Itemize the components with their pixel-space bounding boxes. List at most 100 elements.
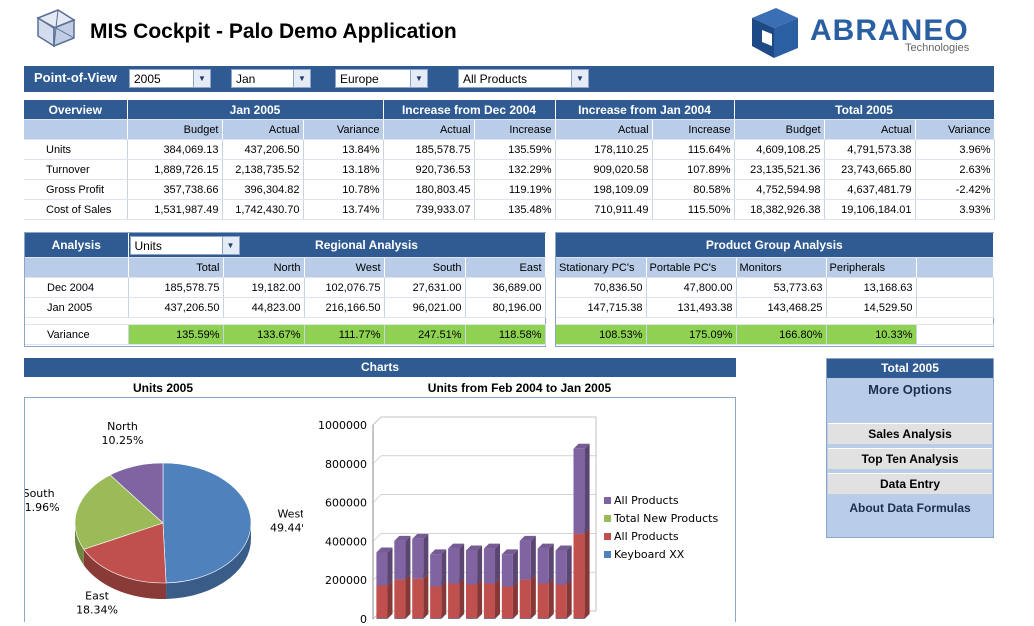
- column-header: Variance: [303, 119, 384, 140]
- sales-analysis-button[interactable]: Sales Analysis: [828, 423, 992, 444]
- table-cell[interactable]: 10.33%: [826, 324, 917, 345]
- point-of-view-bar: Point-of-View 2005 ▼ Jan ▼ Europe ▼ All …: [24, 66, 994, 92]
- table-cell[interactable]: 180,803.45: [383, 179, 475, 200]
- chevron-down-icon[interactable]: ▼: [410, 70, 427, 87]
- table-cell[interactable]: 909,020.58: [555, 159, 653, 180]
- table-cell[interactable]: 27,631.00: [384, 277, 466, 298]
- bar-segment: [555, 550, 567, 585]
- table-cell[interactable]: 80,196.00: [465, 297, 546, 318]
- table-cell[interactable]: 710,911.49: [555, 199, 653, 220]
- table-cell[interactable]: 4,791,573.38: [824, 139, 916, 160]
- table-cell[interactable]: 23,135,521.36: [734, 159, 825, 180]
- table-cell[interactable]: -2.42%: [915, 179, 995, 200]
- table-cell[interactable]: 23,743,665.80: [824, 159, 916, 180]
- table-cell[interactable]: 131,493.38: [646, 297, 737, 318]
- column-header-blank: [25, 257, 129, 278]
- pie-label-value: 21.96%: [25, 501, 60, 514]
- table-cell[interactable]: 133.67%: [223, 324, 305, 345]
- table-cell[interactable]: 739,933.07: [383, 199, 475, 220]
- table-cell[interactable]: 13.18%: [303, 159, 384, 180]
- bar-segment: [537, 618, 549, 619]
- chevron-down-icon[interactable]: ▼: [571, 70, 588, 87]
- table-cell[interactable]: 135.59%: [128, 324, 224, 345]
- about-data-formulas-link[interactable]: About Data Formulas: [827, 501, 993, 515]
- table-cell[interactable]: 396,304.82: [222, 179, 304, 200]
- bar-segment: [501, 554, 513, 587]
- row-label: Units: [24, 139, 128, 160]
- legend-swatch: [604, 551, 611, 558]
- table-cell[interactable]: 178,110.25: [555, 139, 653, 160]
- region-select[interactable]: Europe ▼: [335, 69, 428, 88]
- table-cell[interactable]: 13.84%: [303, 139, 384, 160]
- table-cell[interactable]: 4,609,108.25: [734, 139, 825, 160]
- table-cell[interactable]: 166.80%: [736, 324, 827, 345]
- table-cell[interactable]: 1,742,430.70: [222, 199, 304, 220]
- table-cell[interactable]: 437,206.50: [128, 297, 224, 318]
- year-select[interactable]: 2005 ▼: [129, 69, 211, 88]
- table-cell[interactable]: 111.77%: [304, 324, 385, 345]
- table-cell[interactable]: 80.58%: [652, 179, 735, 200]
- chevron-down-icon[interactable]: ▼: [293, 70, 310, 87]
- table-cell[interactable]: 10.78%: [303, 179, 384, 200]
- table-cell[interactable]: 147,715.38: [556, 297, 647, 318]
- row-label: Turnover: [24, 159, 128, 180]
- table-cell[interactable]: 2.63%: [915, 159, 995, 180]
- table-cell[interactable]: 384,069.13: [127, 139, 223, 160]
- table-cell[interactable]: 185,578.75: [383, 139, 475, 160]
- bar-segment: [376, 618, 388, 619]
- table-cell[interactable]: 3.96%: [915, 139, 995, 160]
- table-cell[interactable]: 143,468.25: [736, 297, 827, 318]
- table-cell[interactable]: 18,382,926.38: [734, 199, 825, 220]
- month-select[interactable]: Jan ▼: [231, 69, 311, 88]
- chevron-down-icon[interactable]: ▼: [221, 237, 239, 254]
- table-cell[interactable]: 132.29%: [474, 159, 556, 180]
- table-cell-blank: [916, 324, 994, 345]
- pie-label-name: East: [85, 590, 109, 603]
- table-cell[interactable]: 3.93%: [915, 199, 995, 220]
- table-cell[interactable]: 198,109.09: [555, 179, 653, 200]
- table-cell[interactable]: 13,168.63: [826, 277, 917, 298]
- pie-label-value: 49.44%: [270, 521, 303, 534]
- table-cell[interactable]: 1,889,726.15: [127, 159, 223, 180]
- table-cell[interactable]: 4,637,481.79: [824, 179, 916, 200]
- product-select[interactable]: All Products ▼: [458, 69, 589, 88]
- table-cell[interactable]: 135.59%: [474, 139, 556, 160]
- table-cell[interactable]: 108.53%: [556, 324, 647, 345]
- table-cell[interactable]: 107.89%: [652, 159, 735, 180]
- table-cell[interactable]: 135.48%: [474, 199, 556, 220]
- table-cell[interactable]: 36,689.00: [465, 277, 546, 298]
- table-cell[interactable]: 185,578.75: [128, 277, 224, 298]
- table-cell[interactable]: 437,206.50: [222, 139, 304, 160]
- measure-select[interactable]: Units ▼: [129, 236, 240, 255]
- bar-segment: [573, 533, 585, 619]
- table-cell[interactable]: 115.50%: [652, 199, 735, 220]
- table-cell[interactable]: 14,529.50: [826, 297, 917, 318]
- table-cell[interactable]: 115.64%: [652, 139, 735, 160]
- table-cell[interactable]: 19,106,184.01: [824, 199, 916, 220]
- bar-segment: [412, 618, 424, 619]
- bar-segment: [483, 618, 496, 619]
- table-cell[interactable]: 70,836.50: [556, 277, 647, 298]
- top-ten-analysis-button[interactable]: Top Ten Analysis: [828, 448, 992, 469]
- table-cell[interactable]: 4,752,594.98: [734, 179, 825, 200]
- table-cell[interactable]: 102,076.75: [304, 277, 385, 298]
- table-cell[interactable]: 13.74%: [303, 199, 384, 220]
- table-cell[interactable]: 1,531,987.49: [127, 199, 223, 220]
- data-entry-button[interactable]: Data Entry: [828, 473, 992, 494]
- table-cell[interactable]: 44,823.00: [223, 297, 305, 318]
- table-cell[interactable]: 216,166.50: [304, 297, 385, 318]
- table-cell[interactable]: 118.58%: [465, 324, 546, 345]
- table-cell[interactable]: 920,736.53: [383, 159, 475, 180]
- pie-label-name: South: [25, 487, 55, 500]
- table-cell[interactable]: 247.51%: [384, 324, 466, 345]
- table-cell[interactable]: 96,021.00: [384, 297, 466, 318]
- table-cell[interactable]: 357,738.66: [127, 179, 223, 200]
- table-cell[interactable]: 53,773.63: [736, 277, 827, 298]
- table-cell[interactable]: 2,138,735.52: [222, 159, 304, 180]
- table-cell[interactable]: 175.09%: [646, 324, 737, 345]
- table-cell[interactable]: 19,182.00: [223, 277, 305, 298]
- chevron-down-icon[interactable]: ▼: [193, 70, 210, 87]
- bar-segment-side: [566, 579, 572, 619]
- table-cell[interactable]: 119.19%: [474, 179, 556, 200]
- table-cell[interactable]: 47,800.00: [646, 277, 737, 298]
